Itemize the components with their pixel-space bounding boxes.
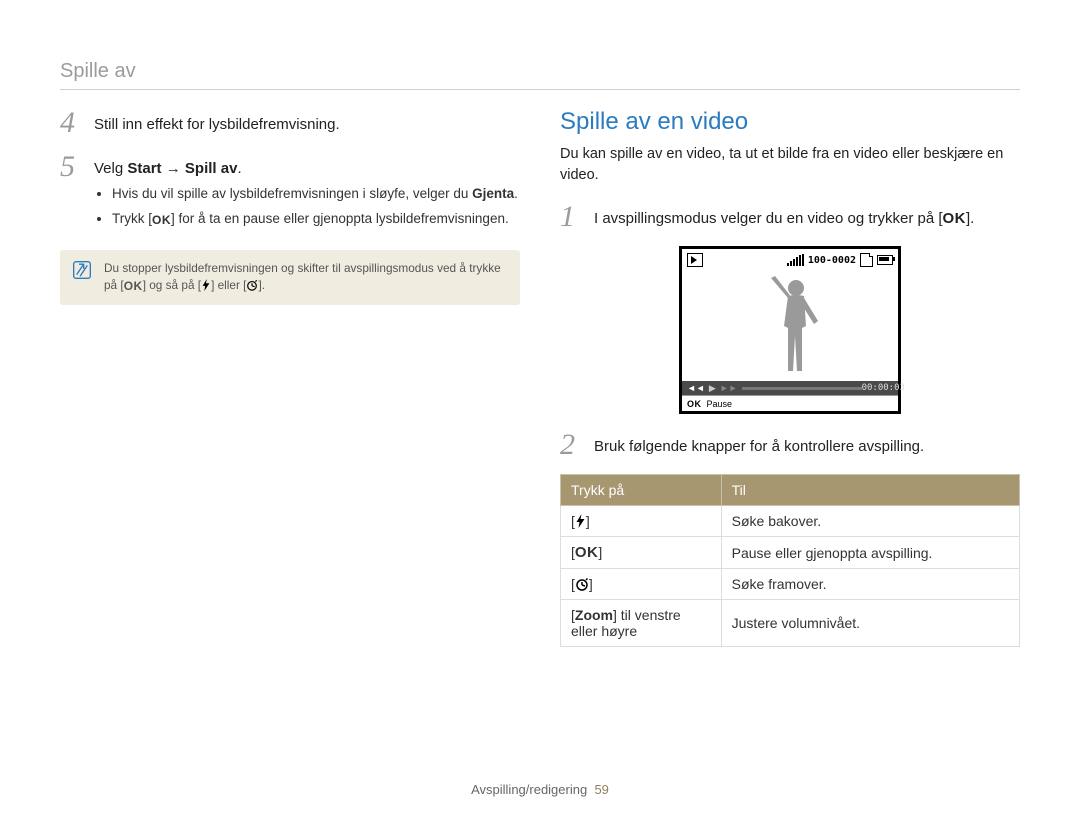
note-icon (72, 260, 92, 280)
cell-action: Søke bakover. (721, 506, 1019, 537)
bullet-list: Hvis du vil spille av lysbildefremvisnin… (94, 184, 518, 230)
camera-screen: 100-0002 (679, 246, 901, 414)
camera-statusbar: 100-0002 (682, 249, 898, 271)
text-fragment: Velg (94, 160, 127, 177)
bracket: ] (589, 576, 593, 592)
step-number: 4 (60, 108, 82, 138)
table-row: [Zoom] til venstre eller høyre Justere v… (561, 600, 1020, 647)
rewind-icon: ◄◄ (687, 383, 705, 393)
flash-icon (201, 279, 211, 291)
step-text: Bruk følgende knapper for å kontrollere … (594, 430, 924, 460)
two-column-layout: 4 Still inn effekt for lysbildefremvisni… (60, 108, 1020, 647)
status-left (687, 253, 703, 267)
section-title: Spille av en video (560, 108, 1020, 136)
cell-press: [OK] (561, 537, 722, 569)
cell-press: [] (561, 506, 722, 537)
bullet-item: Trykk [OK] for å ta en pause eller gjeno… (112, 209, 518, 229)
note-text: Du stopper lysbildefremvisningen og skif… (104, 260, 508, 296)
text-bold: Zoom (575, 607, 613, 623)
controls-table: Trykk på Til [] Søke bakover. [OK] (560, 474, 1020, 647)
bracket: ] (598, 544, 602, 560)
right-column: Spille av en video Du kan spille av en v… (560, 108, 1020, 647)
ok-icon: OK (687, 399, 702, 409)
ok-icon: OK (575, 544, 599, 561)
timer-icon (575, 577, 589, 591)
text-fragment: . (237, 160, 241, 177)
ok-icon: OK (943, 210, 967, 227)
page: Spille av 4 Still inn effekt for lysbild… (0, 0, 1080, 815)
progress-track (742, 387, 862, 390)
table-row: [OK] Pause eller gjenoppta avspilling. (561, 537, 1020, 569)
left-column: 4 Still inn effekt for lysbildefremvisni… (60, 108, 520, 647)
step-5: 5 Velg Start → Spill av. Hvis du vil spi… (60, 152, 520, 236)
camera-bottom-bar: OK Pause (682, 395, 898, 411)
step-number: 2 (560, 430, 582, 460)
page-footer: Avspilling/redigering 59 (0, 782, 1080, 797)
footer-page-number: 59 (594, 782, 608, 797)
memory-card-icon (860, 253, 873, 267)
step-4: 4 Still inn effekt for lysbildefremvisni… (60, 108, 520, 138)
timer-icon (246, 279, 258, 291)
text-fragment: I avspillingsmodus velger du en video og… (594, 210, 943, 227)
signal-icon (787, 254, 804, 266)
step-text: Velg Start → Spill av. Hvis du vil spill… (94, 152, 518, 236)
play-icon: ▶ (709, 383, 716, 394)
table-header-action: Til (721, 475, 1019, 506)
cell-action: Justere volumnivået. (721, 600, 1019, 647)
text-fragment: Hvis du vil spille av lysbildefremvisnin… (112, 186, 472, 201)
camera-progress-bar: ◄◄ ▶ ►► 00:00:03 (682, 381, 898, 395)
bracket: ] (586, 513, 590, 529)
status-right: 100-0002 (787, 253, 893, 267)
cell-press: [] (561, 569, 722, 600)
person-silhouette-icon (766, 276, 826, 381)
text-fragment: ]. (966, 210, 974, 227)
text-fragment: ]. (258, 278, 265, 292)
cell-press: [Zoom] til venstre eller høyre (561, 600, 722, 647)
playback-controls: ◄◄ ▶ ►► (687, 383, 862, 394)
bullet-item: Hvis du vil spille av lysbildefremvisnin… (112, 184, 518, 204)
text-bold: Spill av (185, 160, 238, 177)
note-box: Du stopper lysbildefremvisningen og skif… (60, 250, 520, 306)
step-1: 1 I avspillingsmodus velger du en video … (560, 202, 1020, 232)
text-fragment: ] eller [ (211, 278, 246, 292)
ok-icon: OK (152, 212, 171, 229)
table-header-press: Trykk på (561, 475, 722, 506)
play-mode-icon (687, 253, 703, 267)
step-2: 2 Bruk følgende knapper for å kontroller… (560, 430, 1020, 460)
table-header-row: Trykk på Til (561, 475, 1020, 506)
header-rule (60, 89, 1020, 90)
table-row: [] Søke framover. (561, 569, 1020, 600)
step-number: 5 (60, 152, 82, 236)
section-intro: Du kan spille av en video, ta ut et bild… (560, 144, 1020, 186)
text-bold: Start (127, 160, 161, 177)
cell-action: Pause eller gjenoppta avspilling. (721, 537, 1019, 569)
text-fragment: ] for å ta en pause eller gjenoppta lysb… (171, 211, 509, 226)
file-counter: 100-0002 (808, 255, 856, 266)
text-fragment: ] og så på [ (143, 278, 201, 292)
forward-icon: ►► (720, 383, 738, 393)
text-fragment: . (514, 186, 518, 201)
table-row: [] Søke bakover. (561, 506, 1020, 537)
battery-icon (877, 255, 893, 265)
text-arrow: → (162, 160, 185, 177)
step-number: 1 (560, 202, 582, 232)
text-bold: Gjenta (472, 186, 514, 201)
camera-preview (682, 271, 898, 381)
flash-icon (575, 514, 586, 528)
cell-action: Søke framover. (721, 569, 1019, 600)
footer-section: Avspilling/redigering (471, 782, 587, 797)
ok-icon: OK (124, 277, 143, 295)
text-fragment: Trykk [ (112, 211, 152, 226)
camera-screenshot: 100-0002 (560, 246, 1020, 414)
step-text: I avspillingsmodus velger du en video og… (594, 202, 974, 232)
step-text: Still inn effekt for lysbildefremvisning… (94, 108, 340, 138)
bottom-label: Pause (707, 399, 733, 409)
page-header-title: Spille av (60, 60, 1020, 83)
playback-time: 00:00:03 (862, 383, 905, 393)
